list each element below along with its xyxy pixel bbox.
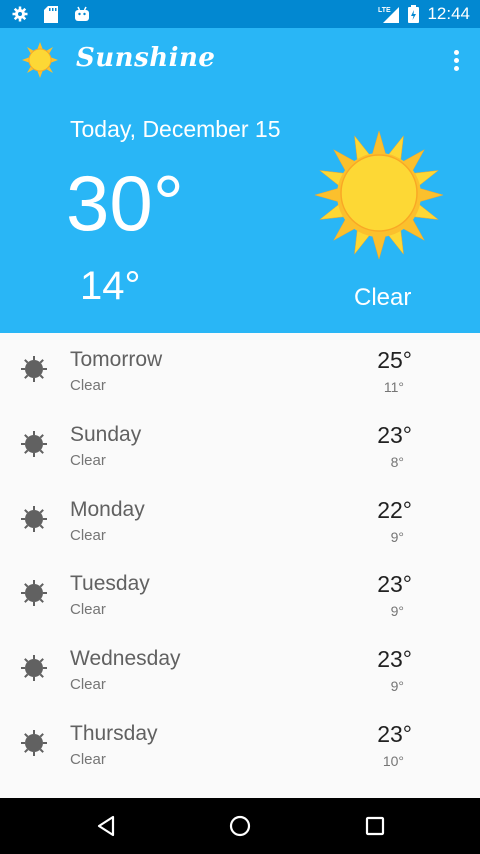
list-item[interactable]: Tuesday Clear 23° 9° [0, 557, 480, 632]
forecast-low-temp: 10° [382, 752, 404, 769]
recents-icon[interactable] [363, 814, 387, 838]
app-title: Sunshine [76, 43, 216, 73]
sun-icon [21, 356, 47, 382]
home-icon[interactable] [228, 814, 252, 838]
today-condition: Clear [354, 284, 412, 311]
today-forecast[interactable]: Today, December 15 30° 14° Clear [0, 94, 480, 333]
forecast-high-temp: 22° [377, 496, 412, 523]
forecast-condition: Clear [70, 601, 106, 619]
settings-icon [12, 6, 28, 22]
forecast-day: Monday [70, 497, 145, 521]
forecast-condition: Clear [70, 451, 106, 469]
forecast-day: Sunday [70, 422, 142, 446]
forecast-low-temp: 9° [390, 603, 404, 620]
forecast-high-temp: 25° [377, 347, 412, 373]
battery-icon [408, 5, 420, 23]
list-item[interactable]: Wednesday Clear 23° 9° [0, 632, 480, 707]
today-high-temp: 30° [66, 159, 184, 247]
forecast-condition: Clear [70, 750, 106, 768]
sd-card-icon [44, 6, 58, 23]
forecast-high-temp: 23° [377, 720, 412, 747]
forecast-condition: Clear [70, 377, 106, 394]
forecast-low-temp: 9° [390, 678, 404, 695]
sun-icon [21, 580, 47, 607]
android-icon [75, 6, 89, 21]
forecast-high-temp: 23° [377, 421, 412, 448]
signal-icon: LTE [378, 7, 400, 23]
forecast-low-temp: 8° [390, 453, 404, 470]
list-item[interactable]: Monday Clear 22° 9° [0, 483, 480, 558]
forecast-condition: Clear [70, 676, 106, 694]
forecast-high-temp: 23° [377, 646, 412, 673]
sun-icon [314, 130, 444, 260]
forecast-day: Wednesday [70, 647, 181, 671]
list-item[interactable]: Sunday Clear 23° 8° [0, 408, 480, 483]
back-icon[interactable] [94, 814, 118, 838]
overflow-menu-icon[interactable] [454, 50, 460, 72]
sun-icon [21, 655, 47, 682]
navigation-bar [0, 798, 480, 854]
clock: 12:44 [427, 4, 470, 23]
status-bar: LTE 12:44 [0, 0, 480, 28]
app-bar: Sunshine [0, 28, 480, 94]
forecast-day: Tuesday [70, 572, 150, 596]
sun-icon [22, 42, 58, 78]
notification-icons [12, 6, 90, 23]
network-type-label: LTE [378, 7, 391, 14]
today-low-temp: 14° [80, 264, 141, 308]
sun-icon [21, 430, 47, 457]
forecast-day: Tomorrow [70, 348, 163, 371]
list-item[interactable]: Thursday Clear 23° 10° [0, 707, 480, 782]
today-date: Today, December 15 [70, 116, 281, 142]
sun-icon [21, 505, 47, 532]
forecast-low-temp: 11° [383, 379, 404, 395]
forecast-condition: Clear [70, 526, 106, 544]
forecast-list: Tomorrow Clear 25° 11° Sunday Clear 23° … [0, 333, 480, 782]
list-item[interactable]: Tomorrow Clear 25° 11° [0, 333, 480, 408]
forecast-day: Thursday [70, 721, 158, 745]
forecast-low-temp: 9° [390, 528, 404, 545]
forecast-high-temp: 23° [377, 571, 412, 598]
system-status: LTE 12:44 [378, 4, 470, 24]
sun-icon [21, 729, 47, 756]
